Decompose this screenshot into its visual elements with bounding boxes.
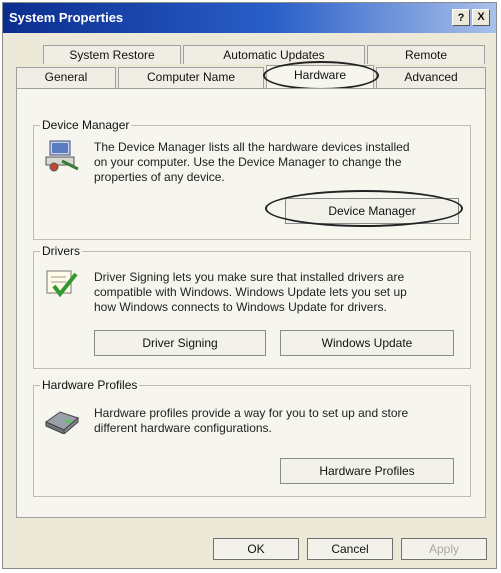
tab-automatic-updates[interactable]: Automatic Updates (183, 45, 365, 64)
device-manager-button[interactable]: Device Manager (285, 198, 459, 224)
tab-label: Automatic Updates (223, 48, 325, 62)
tab-remote[interactable]: Remote (367, 45, 485, 64)
driver-signing-icon (46, 270, 78, 298)
system-properties-window: System Properties ? X System Restore Aut… (2, 2, 497, 569)
description-line: different hardware configurations. (94, 421, 272, 435)
tab-general[interactable]: General (16, 67, 116, 88)
device-manager-group: Device Manager The Device Manager lists … (33, 118, 471, 240)
device-manager-icon (45, 140, 79, 172)
title-bar[interactable]: System Properties ? X (3, 3, 496, 33)
tab-system-restore[interactable]: System Restore (43, 45, 181, 64)
device-manager-description: The Device Manager lists all the hardwar… (94, 140, 410, 185)
tab-advanced[interactable]: Advanced (376, 67, 486, 88)
tab-hardware[interactable]: Hardware (266, 65, 374, 89)
hardware-profiles-description: Hardware profiles provide a way for you … (94, 406, 408, 436)
description-line: Hardware profiles provide a way for you … (94, 406, 409, 420)
driver-signing-button[interactable]: Driver Signing (94, 330, 266, 356)
cancel-button[interactable]: Cancel (307, 538, 393, 560)
ok-button[interactable]: OK (213, 538, 299, 560)
tab-label: Advanced (404, 70, 458, 84)
hardware-profiles-button[interactable]: Hardware Profiles (280, 458, 454, 484)
hardware-profiles-group: Hardware Profiles Hardware profiles prov… (33, 378, 471, 497)
drivers-heading: Drivers (40, 244, 82, 258)
close-button[interactable]: X (472, 9, 490, 26)
description-line: how Windows connects to Windows Update f… (94, 300, 387, 314)
description-line: compatible with Windows. Windows Update … (94, 285, 407, 299)
description-line: properties of any device. (94, 170, 225, 184)
drivers-group: Drivers Driver Signing lets you make sur… (33, 244, 471, 369)
window-title: System Properties (9, 10, 124, 25)
device-manager-heading: Device Manager (40, 118, 132, 132)
windows-update-button[interactable]: Windows Update (280, 330, 454, 356)
description-line: Driver Signing lets you make sure that i… (94, 270, 405, 284)
hardware-profiles-heading: Hardware Profiles (40, 378, 140, 392)
drivers-description: Driver Signing lets you make sure that i… (94, 270, 407, 315)
tab-label: Remote (404, 48, 448, 62)
tab-label: System Restore (69, 48, 155, 62)
help-button[interactable]: ? (452, 9, 470, 26)
description-line: The Device Manager lists all the hardwar… (94, 140, 410, 154)
hardware-profiles-icon (44, 411, 79, 434)
tab-label: Hardware (293, 68, 347, 82)
tab-label: General (44, 70, 88, 84)
tab-computer-name[interactable]: Computer Name (118, 67, 264, 88)
tab-label: Computer Name (146, 70, 236, 84)
description-line: on your computer. Use the Device Manager… (94, 155, 402, 169)
hardware-tab-panel: Device Manager The Device Manager lists … (16, 88, 486, 518)
apply-button[interactable]: Apply (401, 538, 487, 560)
